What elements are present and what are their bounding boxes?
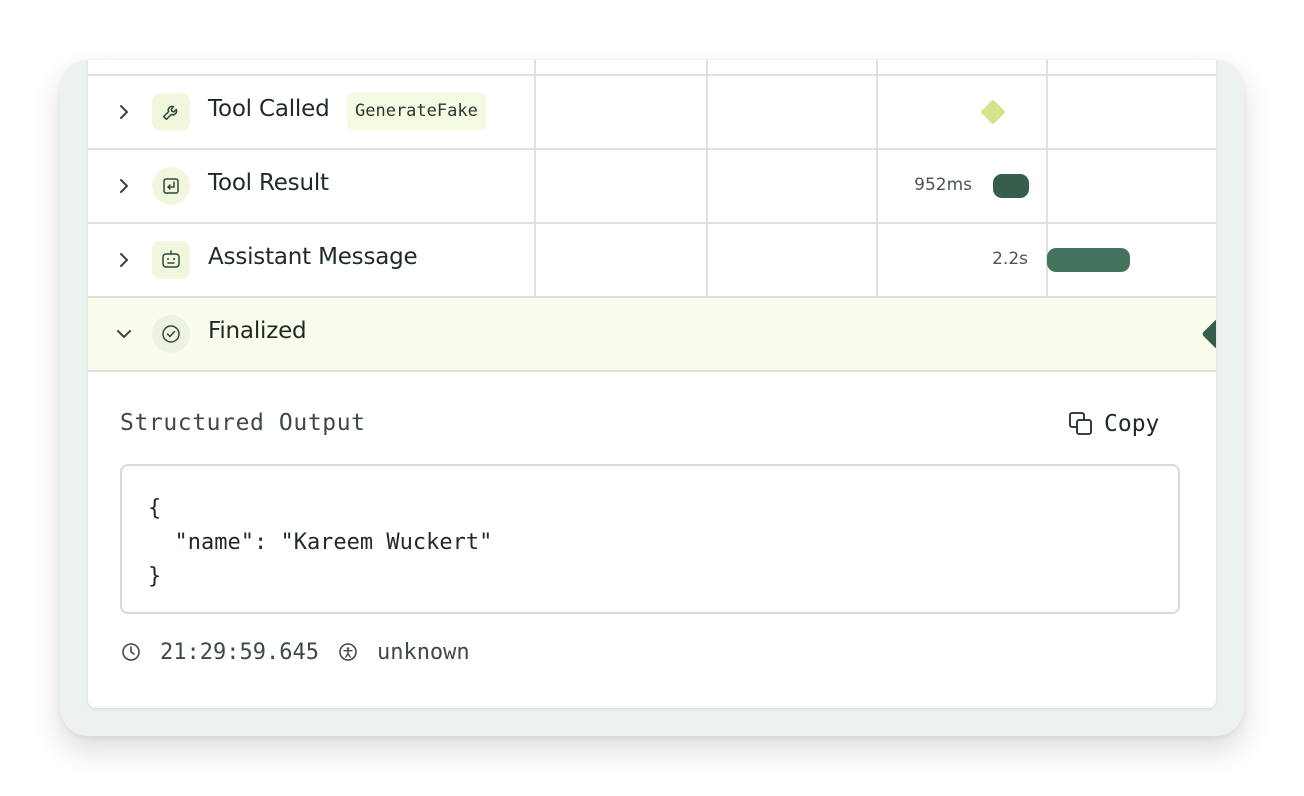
- event-marker: [980, 99, 1006, 125]
- tool-name-badge: GenerateFake: [347, 92, 486, 130]
- duration-label: 2.2s: [992, 249, 1028, 269]
- return-icon: [152, 167, 190, 205]
- section-title: Structured Output: [120, 410, 366, 436]
- robot-icon: [152, 241, 190, 279]
- wrench-icon: [152, 93, 190, 131]
- row-divider: [88, 370, 1216, 372]
- copy-label: Copy: [1104, 411, 1160, 437]
- trace-row-assistant-message[interactable]: Assistant Message 2.2s: [88, 224, 1216, 296]
- structured-output-code: { "name": "Kareem Wuckert" }: [120, 464, 1180, 614]
- user-icon: [337, 641, 359, 663]
- row-label: Assistant Message: [208, 244, 418, 270]
- trace-panel: Tool Called GenerateFake Tool Result 952…: [88, 60, 1216, 708]
- chevron-right-icon[interactable]: [114, 176, 134, 196]
- duration-label: 952ms: [914, 175, 972, 195]
- check-circle-icon: [152, 315, 190, 353]
- trace-row-tool-result[interactable]: Tool Result 952ms: [88, 150, 1216, 222]
- row-label: Tool Called: [208, 96, 330, 122]
- chevron-right-icon[interactable]: [114, 102, 134, 122]
- event-marker: [1201, 318, 1216, 350]
- clock-icon: [120, 641, 142, 663]
- row-label: Finalized: [208, 318, 307, 344]
- timestamp: 21:29:59.645: [160, 639, 319, 665]
- row-label: Tool Result: [208, 170, 329, 196]
- chevron-right-icon[interactable]: [114, 250, 134, 270]
- copy-button[interactable]: Copy: [1064, 404, 1163, 444]
- chevron-down-icon[interactable]: [114, 324, 134, 344]
- trace-row-tool-called[interactable]: Tool Called GenerateFake: [88, 76, 1216, 148]
- duration-bar: [1047, 248, 1130, 272]
- code-content: { "name": "Kareem Wuckert" }: [148, 496, 493, 589]
- trace-row-finalized[interactable]: Finalized: [88, 298, 1216, 370]
- actor-label: unknown: [376, 639, 470, 665]
- copy-icon: [1068, 411, 1094, 437]
- event-metadata: 21:29:59.645 unknown: [120, 634, 470, 670]
- duration-bar: [993, 174, 1029, 198]
